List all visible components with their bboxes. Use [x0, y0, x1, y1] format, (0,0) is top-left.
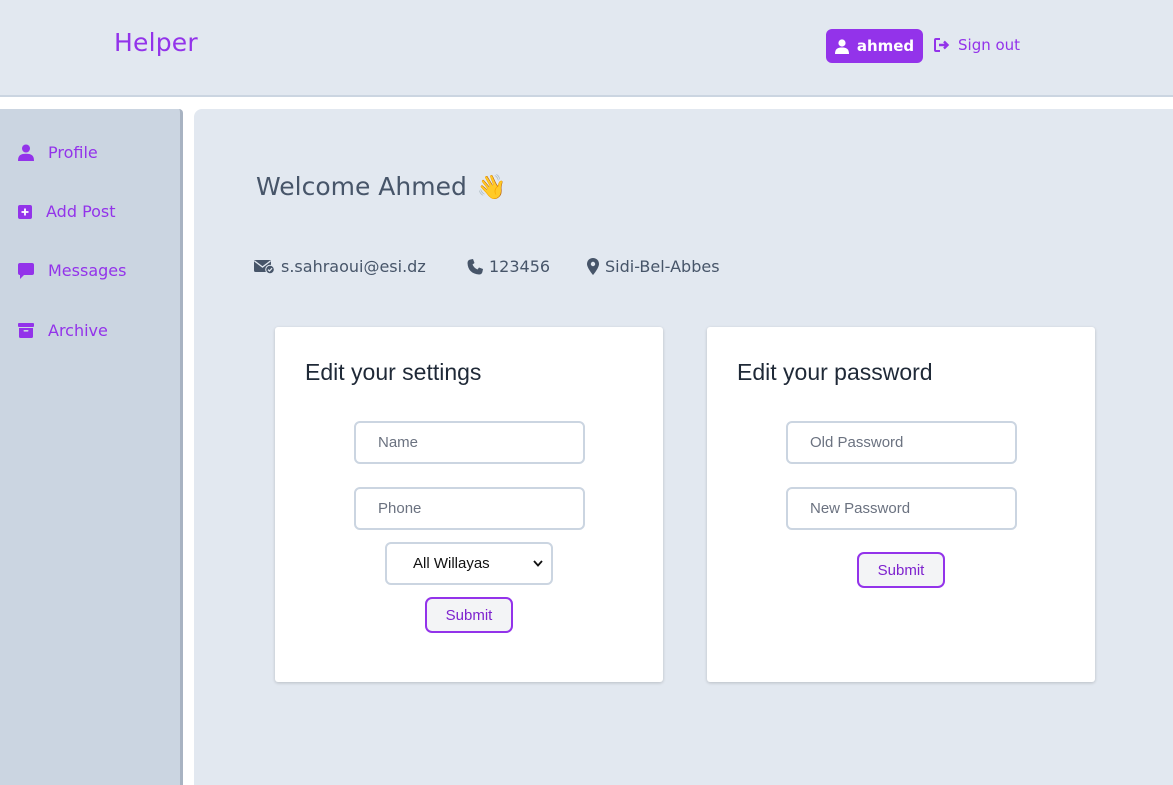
- new-password-input[interactable]: [786, 487, 1017, 530]
- password-card: Edit your password Submit: [707, 327, 1095, 682]
- chevron-down-icon: [533, 560, 543, 567]
- sign-out-label: Sign out: [958, 36, 1021, 54]
- user-button[interactable]: ahmed: [826, 29, 923, 63]
- email-info: s.sahraoui@esi.dz: [254, 257, 426, 276]
- old-password-input[interactable]: [786, 421, 1017, 464]
- top-bar: Helper ahmed Sign out: [0, 0, 1173, 97]
- willaya-select-value: All Willayas: [413, 555, 490, 572]
- willaya-select[interactable]: All Willayas: [385, 542, 553, 585]
- sidebar-item-messages[interactable]: Messages: [18, 261, 126, 280]
- main-content: Welcome Ahmed 👋 s.sahraoui@esi.dz 123456…: [194, 109, 1173, 785]
- sidebar-item-archive[interactable]: Archive: [18, 321, 108, 340]
- message-icon: [18, 262, 34, 279]
- sidebar: Profile Add Post Messages Archive: [0, 109, 183, 785]
- phone-input[interactable]: [354, 487, 585, 530]
- email-text: s.sahraoui@esi.dz: [281, 257, 426, 276]
- sign-out-icon: [934, 38, 950, 52]
- password-submit-button[interactable]: Submit: [857, 552, 945, 588]
- brand-logo[interactable]: Helper: [114, 28, 198, 57]
- password-card-title: Edit your password: [737, 359, 933, 385]
- user-icon: [18, 144, 34, 161]
- settings-card-title: Edit your settings: [305, 359, 482, 385]
- archive-icon: [18, 323, 34, 338]
- location-text: Sidi-Bel-Abbes: [605, 257, 720, 276]
- sidebar-item-profile[interactable]: Profile: [18, 143, 98, 162]
- settings-submit-button[interactable]: Submit: [425, 597, 513, 633]
- plus-square-icon: [18, 204, 32, 219]
- welcome-text: Welcome Ahmed: [256, 172, 467, 201]
- sidebar-item-label: Messages: [48, 261, 127, 280]
- settings-card: Edit your settings All Willayas Submit: [275, 327, 663, 682]
- name-input[interactable]: [354, 421, 585, 464]
- phone-text: 123456: [489, 257, 551, 276]
- sidebar-item-label: Archive: [48, 321, 108, 340]
- map-marker-icon: [587, 258, 599, 275]
- phone-icon: [467, 258, 483, 275]
- phone-info: 123456: [467, 257, 550, 276]
- sidebar-item-label: Add Post: [46, 202, 116, 221]
- user-icon: [834, 38, 849, 54]
- sidebar-item-add-post[interactable]: Add Post: [18, 202, 116, 221]
- user-name: ahmed: [856, 37, 915, 55]
- envelope-check-icon: [254, 259, 275, 274]
- sign-out-link[interactable]: Sign out: [934, 36, 1020, 54]
- sidebar-item-label: Profile: [48, 143, 98, 162]
- welcome-heading: Welcome Ahmed 👋: [256, 172, 507, 201]
- wave-icon: 👋: [476, 172, 507, 201]
- location-info: Sidi-Bel-Abbes: [587, 257, 720, 276]
